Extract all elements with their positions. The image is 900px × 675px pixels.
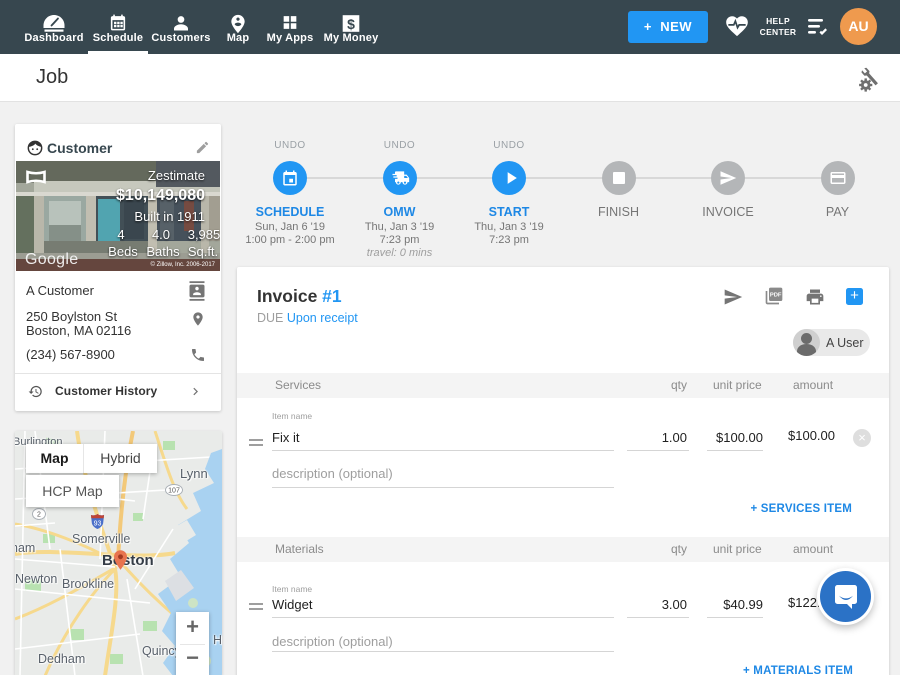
svg-text:2: 2 [37,512,41,519]
svg-text:PDF: PDF [770,293,782,299]
svg-text:107: 107 [168,488,180,495]
svg-text:93: 93 [94,520,102,527]
svg-text:$: $ [347,16,355,32]
